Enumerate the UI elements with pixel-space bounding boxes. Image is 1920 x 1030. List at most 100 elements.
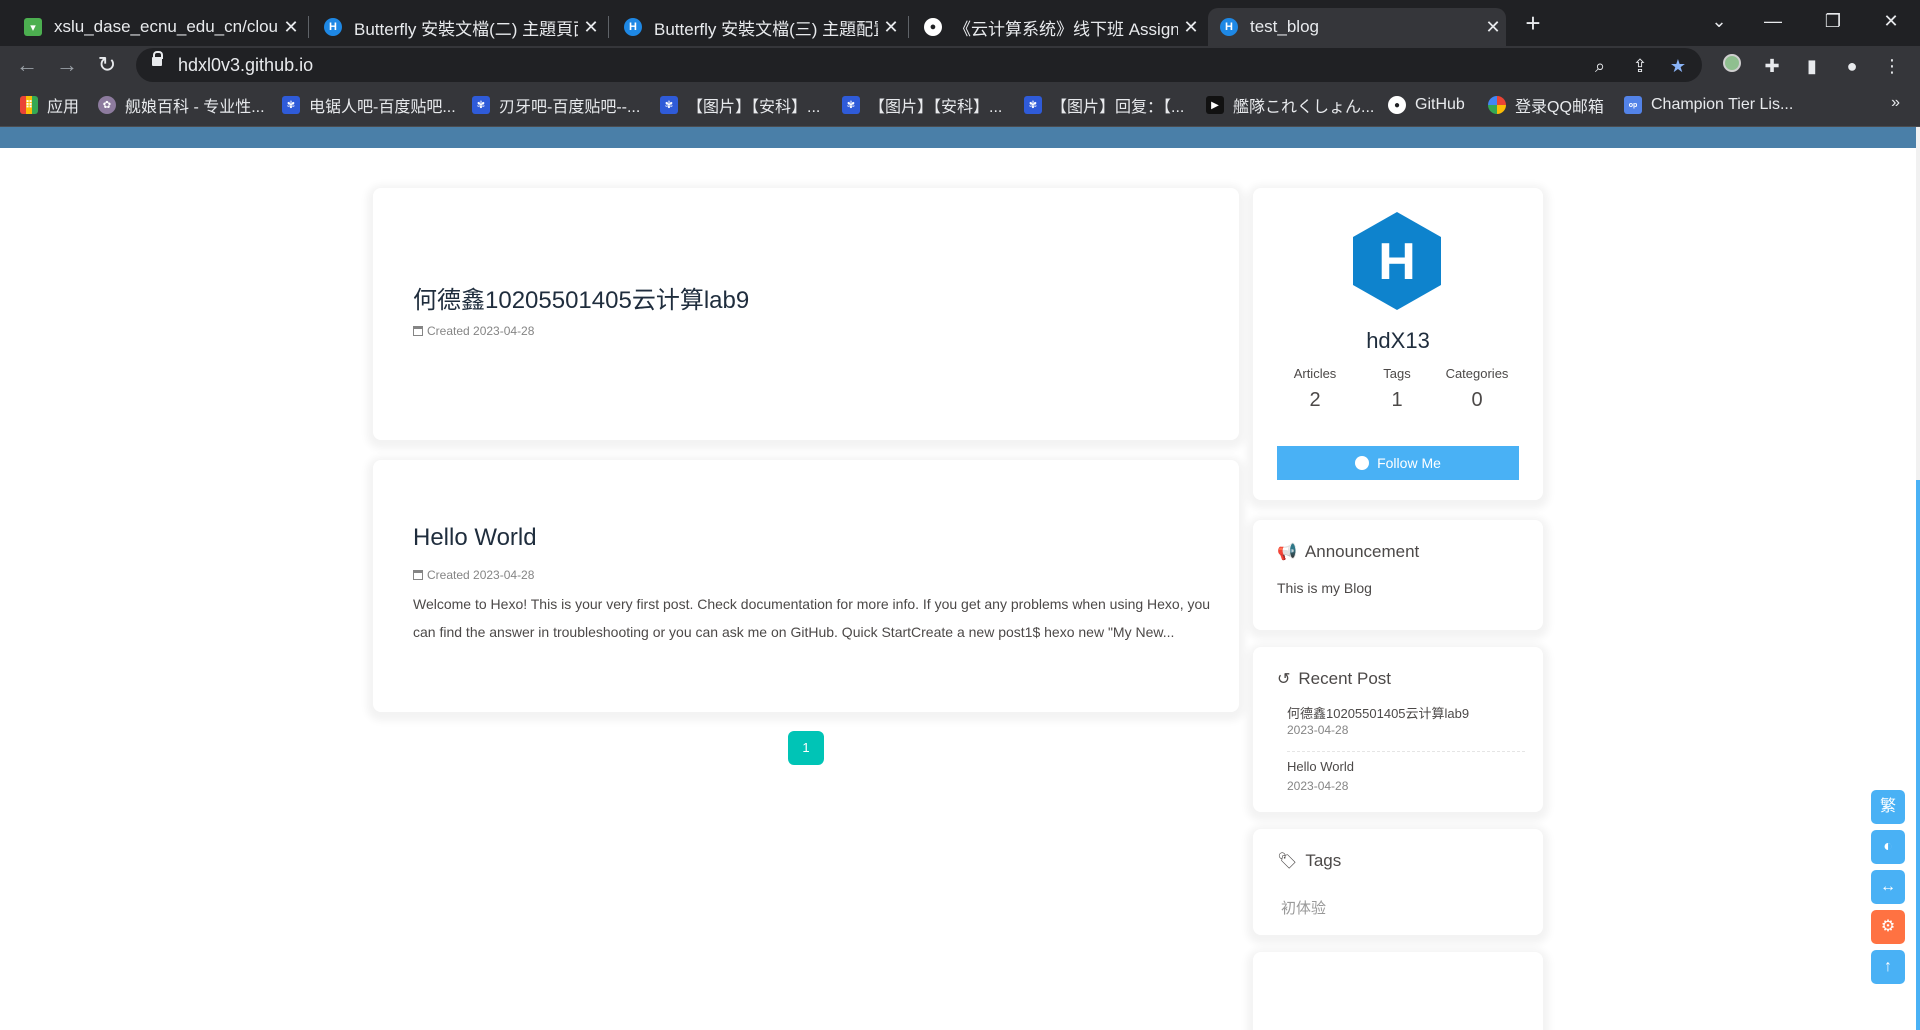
- stat-articles[interactable]: Articles 2: [1275, 366, 1355, 412]
- tags-icon: 🏷: [1277, 853, 1298, 870]
- tab-test-blog[interactable]: H test_blog ✕: [1208, 8, 1506, 46]
- tab-title: xslu_dase_ecnu_edu_cn/cloud: [54, 17, 278, 36]
- stat-categories[interactable]: Categories 0: [1437, 366, 1517, 412]
- bookmarks-overflow-button[interactable]: »: [1891, 94, 1900, 112]
- tab-title: test_blog: [1250, 17, 1319, 36]
- extension-green-icon[interactable]: [1718, 52, 1746, 80]
- bookmark-tieba-3[interactable]: ✾ 【图片】【安科】...: [660, 94, 820, 116]
- moegirl-icon: ✿: [98, 96, 116, 114]
- bookmark-tieba-5[interactable]: ✾ 【图片】回复：【...: [1024, 94, 1184, 116]
- close-window-button[interactable]: ✕: [1868, 6, 1914, 36]
- bookmark-label: 【图片】【安科】...: [869, 99, 1003, 116]
- stat-value: 2: [1309, 389, 1321, 411]
- tab-separator: [608, 16, 609, 38]
- close-icon[interactable]: ✕: [278, 17, 304, 38]
- post-title-link[interactable]: 何德鑫10205501405云计算lab9: [413, 280, 749, 315]
- recent-posts-card: ↺ Recent Post 何德鑫10205501405云计算lab9 2023…: [1253, 647, 1543, 812]
- bookmark-label: 艦隊これくしょん...: [1233, 99, 1375, 116]
- close-icon[interactable]: ✕: [1178, 17, 1204, 38]
- share-icon[interactable]: ⇪: [1626, 52, 1654, 80]
- bullhorn-icon: 📢: [1277, 544, 1297, 561]
- page-scrollbar[interactable]: [1916, 127, 1920, 1030]
- stat-label: Articles: [1293, 366, 1337, 381]
- page-header-banner: [0, 127, 1916, 148]
- follow-label: Follow Me: [1377, 455, 1441, 471]
- bookmark-moegirl[interactable]: ✿ 舰娘百科 - 专业性...: [98, 94, 265, 116]
- pagination-current-page[interactable]: 1: [788, 731, 824, 765]
- recent-posts-title: Recent Post: [1298, 669, 1392, 688]
- tags-heading: 🏷 Tags: [1277, 851, 1341, 871]
- back-icon[interactable]: ←: [12, 50, 42, 80]
- new-tab-button[interactable]: +: [1518, 8, 1548, 38]
- bookmark-label: 电锯人吧-百度贴吧...: [309, 99, 456, 116]
- post-card[interactable]: 何德鑫10205501405云计算lab9 Created 2023-04-28: [373, 188, 1239, 440]
- tags-card: 🏷 Tags 初体验: [1253, 829, 1543, 935]
- bookmark-label: 刃牙吧-百度贴吧--...: [499, 99, 641, 116]
- forward-icon[interactable]: →: [52, 50, 82, 80]
- tab-butterfly-3[interactable]: H Butterfly 安裝文檔(三) 主題配置 ✕: [612, 8, 904, 46]
- follow-me-button[interactable]: Follow Me: [1277, 446, 1519, 480]
- scrollbar-thumb[interactable]: [1916, 480, 1920, 1030]
- archives-card: [1253, 952, 1543, 1030]
- recent-post-link[interactable]: 何德鑫10205501405云计算lab9: [1287, 703, 1469, 722]
- calendar-icon: [413, 570, 423, 580]
- tab-gitlab[interactable]: ▾ xslu_dase_ecnu_edu_cn/cloud ✕: [12, 8, 304, 46]
- bookmark-label: 【图片】回复：【...: [1051, 99, 1185, 116]
- close-icon[interactable]: ✕: [1480, 17, 1506, 38]
- bookmark-tieba-2[interactable]: ✾ 刃牙吧-百度贴吧--...: [472, 94, 640, 116]
- bookmark-label: 登录QQ邮箱: [1515, 99, 1604, 116]
- baidu-paw-icon: ✾: [842, 96, 860, 114]
- tab-separator: [308, 16, 309, 38]
- minimize-button[interactable]: —: [1750, 6, 1796, 36]
- calendar-icon: [413, 326, 423, 336]
- github-icon: ●: [924, 18, 942, 36]
- read-mode-icon[interactable]: ↔: [1871, 870, 1905, 904]
- extensions-puzzle-icon[interactable]: ✚: [1758, 52, 1786, 80]
- bookmark-kancolle[interactable]: ▶ 艦隊これくしょん...: [1206, 94, 1374, 116]
- zoom-icon[interactable]: ⌕: [1586, 52, 1614, 80]
- bookmark-label: 【图片】【安科】...: [687, 99, 821, 116]
- avatar-letter: H: [1378, 233, 1416, 291]
- post-meta: Created 2023-04-28: [413, 324, 534, 338]
- announcement-title: Announcement: [1304, 542, 1420, 561]
- reload-icon[interactable]: ↻: [92, 50, 122, 80]
- settings-gear-icon[interactable]: ⚙: [1871, 910, 1905, 944]
- tags-title: Tags: [1305, 851, 1342, 870]
- bookmark-apps[interactable]: ⠿ 应用: [20, 94, 79, 116]
- tab-butterfly-2[interactable]: H Butterfly 安裝文檔(二) 主題頁面 ✕: [312, 8, 604, 46]
- bookmarks-bar: ⠿ 应用 ✿ 舰娘百科 - 专业性... ✾ 电锯人吧-百度贴吧... ✾ 刃牙…: [0, 84, 1920, 127]
- bookmark-label: 应用: [47, 99, 80, 116]
- apps-grid-icon: ⠿: [20, 96, 38, 114]
- announcement-card: 📢 Announcement This is my Blog: [1253, 520, 1543, 630]
- tag-link[interactable]: 初体验: [1281, 897, 1326, 918]
- hexo-icon: H: [1220, 18, 1238, 36]
- recent-post-link[interactable]: Hello World: [1287, 759, 1354, 774]
- baidu-paw-icon: ✾: [472, 96, 490, 114]
- profile-icon[interactable]: ●: [1838, 52, 1866, 80]
- tab-github-assignment[interactable]: ● 《云计算系统》线下班 Assignment ✕: [912, 8, 1204, 46]
- bookmark-star-icon[interactable]: ★: [1664, 52, 1692, 80]
- address-bar[interactable]: hdxl0v3.github.io ⌕ ⇪ ★: [136, 48, 1702, 82]
- post-card[interactable]: Hello World Created 2023-04-28 Welcome t…: [373, 460, 1239, 712]
- stat-tags[interactable]: Tags 1: [1357, 366, 1437, 412]
- url-text: hdxl0v3.github.io: [178, 55, 314, 75]
- close-icon[interactable]: ✕: [878, 17, 904, 38]
- tab-title: Butterfly 安裝文檔(二) 主題頁面: [354, 19, 578, 39]
- close-icon[interactable]: ✕: [578, 17, 604, 38]
- bookmark-tieba-1[interactable]: ✾ 电锯人吧-百度贴吧...: [282, 94, 456, 116]
- bookmark-opgg[interactable]: op Champion Tier Lis...: [1624, 94, 1793, 116]
- side-panel-icon[interactable]: ▮: [1798, 52, 1826, 80]
- restore-button[interactable]: ❐: [1810, 6, 1856, 36]
- dark-mode-icon[interactable]: ◐: [1871, 830, 1905, 864]
- menu-dots-icon[interactable]: ⋮: [1878, 52, 1906, 80]
- back-to-top-icon[interactable]: ↑: [1871, 950, 1905, 984]
- post-title-link[interactable]: Hello World: [413, 524, 537, 552]
- bookmark-qqmail[interactable]: 登录QQ邮箱: [1488, 94, 1604, 116]
- announcement-heading: 📢 Announcement: [1277, 542, 1419, 562]
- bookmark-tieba-4[interactable]: ✾ 【图片】【安科】...: [842, 94, 1002, 116]
- translate-button[interactable]: 繁: [1871, 790, 1905, 824]
- hexo-avatar: H: [1353, 212, 1441, 310]
- bookmark-github[interactable]: ● GitHub: [1388, 94, 1465, 116]
- announcement-text: This is my Blog: [1277, 580, 1372, 596]
- tab-search-icon[interactable]: ⌄: [1696, 6, 1742, 36]
